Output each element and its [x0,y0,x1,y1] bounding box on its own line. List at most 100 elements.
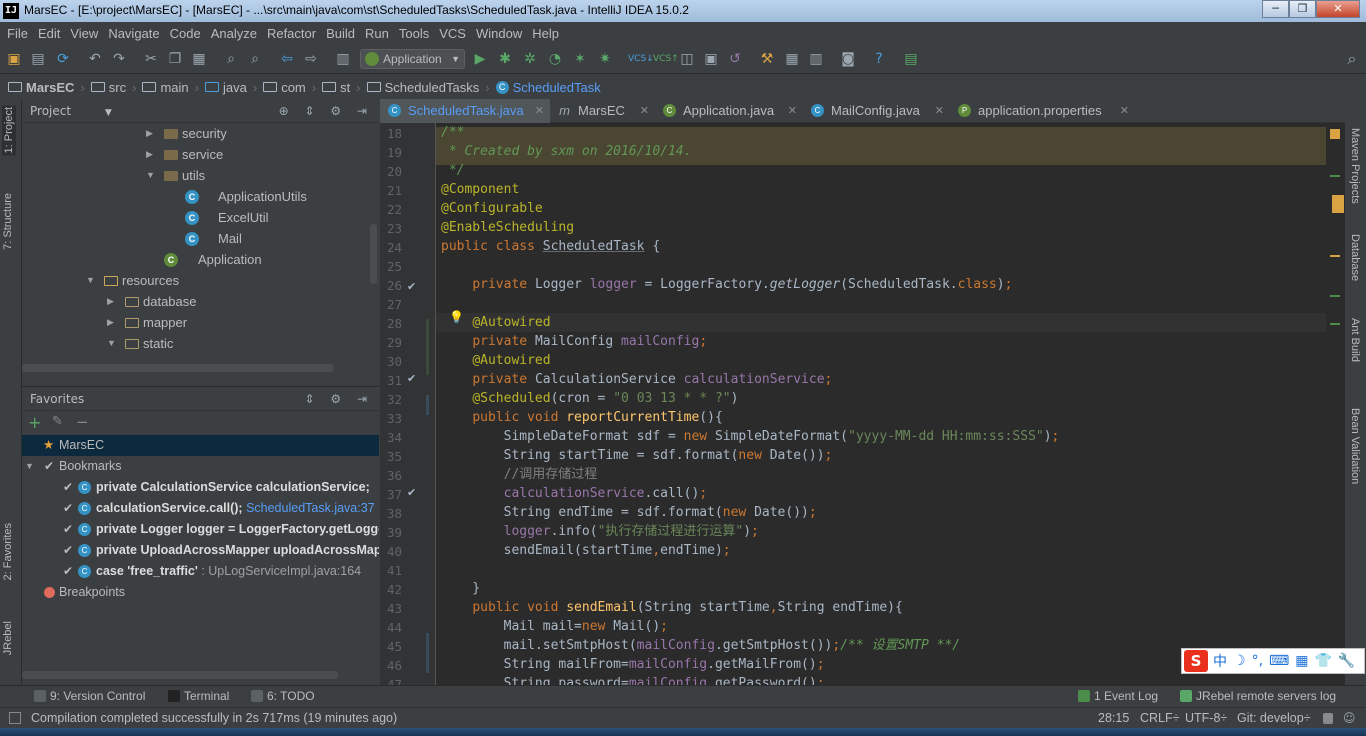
close-tab-icon[interactable]: ✕ [935,99,944,123]
project-structure-icon[interactable]: ▦ [784,51,800,67]
vcs-revert-icon[interactable]: ↺ [727,51,743,67]
tree-item-mapper[interactable]: ▶ mapper [22,312,379,333]
bookmark-item[interactable]: ✔ Cprivate CalculationService calculation… [22,477,379,498]
terminal-tool-button[interactable]: Terminal [168,689,229,703]
panel-header-icons[interactable]: ⇕ ⚙ ⇥ [305,387,374,411]
collapse-icon[interactable]: ▼ [86,270,96,291]
database-tab[interactable]: Database [1349,234,1361,281]
sogou-logo-icon[interactable]: S [1184,650,1208,672]
minimize-button[interactable]: ─ [1262,0,1289,18]
breadcrumb-scheduledtask[interactable]: C ScheduledTask [495,80,601,95]
menu-view[interactable]: View [65,26,103,41]
edit-icon[interactable]: ✎ [52,414,63,429]
lock-icon[interactable] [1323,713,1333,724]
add-icon[interactable]: + [28,413,41,432]
menu-window[interactable]: Window [471,26,527,41]
tree-item-resources[interactable]: ▼ resources [22,270,379,291]
favorites-item-marsec[interactable]: ★ MarsEC [22,435,379,456]
editor-gutter[interactable]: 18 19 20 21 22 23 24 25 26 27 28 29 30 3… [380,123,436,685]
chinese-mode-icon[interactable]: 中 [1213,651,1227,671]
expand-icon[interactable]: ▶ [107,291,117,312]
breadcrumb-marsec[interactable]: MarsEC › [8,80,85,95]
todo-tool-button[interactable]: 6: TODO [251,689,315,703]
error-stripe[interactable] [1326,123,1344,685]
tab-application-properties[interactable]: Papplication.properties ✕ [950,99,1135,123]
breadcrumb-src[interactable]: src › [90,80,136,95]
tree-item-application[interactable]: C Application [22,249,379,270]
keyboard-icon[interactable]: ⌨ [1269,653,1289,669]
jrebel-run-icon[interactable]: ✶ [572,51,588,67]
expand-icon[interactable]: ▶ [146,123,156,144]
copy-icon[interactable]: ❐ [167,51,183,67]
favorites-tool-tab[interactable]: 2: Favorites [2,523,14,580]
tree-item-applicationutils[interactable]: C ApplicationUtils [22,186,379,207]
project-tool-tab[interactable]: 1: Project [2,105,16,156]
stripe-mark[interactable] [1332,195,1344,213]
stripe-mark[interactable] [1330,255,1340,257]
close-tab-icon[interactable]: ✕ [535,99,544,123]
collapse-icon[interactable]: ▼ [107,333,117,354]
event-log-tool-button[interactable]: 1 Event Log [1078,689,1158,703]
vcs-update-icon[interactable]: VCS↓ [628,51,654,67]
bookmark-item[interactable]: ✔ Cprivate UploadAcrossMapper uploadAcros… [22,540,379,561]
close-button[interactable]: ✕ [1316,0,1360,18]
tab-mailconfig-java[interactable]: C MailConfig.java ✕ [803,99,950,123]
vcs-change-marker[interactable] [426,395,429,415]
bookmark-item[interactable]: ✔ Cprivate Logger logger = LoggerFactory.… [22,519,379,540]
menu-run[interactable]: Run [360,26,394,41]
android-icon[interactable]: ◙ [840,51,856,67]
make-icon[interactable]: ▥ [335,51,351,67]
version-control-tool-button[interactable]: 9: Version Control [34,689,145,703]
menu-vcs[interactable]: VCS [434,26,471,41]
breadcrumb-scheduledtasks[interactable]: ScheduledTasks › [366,80,490,95]
save-icon[interactable]: ▤ [30,51,46,67]
maven-projects-tab[interactable]: Maven Projects [1349,128,1361,204]
expand-icon[interactable]: ▶ [146,144,156,165]
file-encoding[interactable]: UTF-8÷ [1185,711,1227,725]
breadcrumb-main[interactable]: main › [142,80,199,95]
bookmark-item[interactable]: ✔ Ccase 'free_traffic' : UpLogServiceImpl… [22,561,379,582]
tool-windows-toggle-icon[interactable] [9,712,21,724]
vcs-compare-icon[interactable]: ◫ [679,51,695,67]
grid-icon[interactable]: ▦ [1295,653,1308,669]
bookmark-check-icon[interactable]: ✔ [407,486,416,499]
vcs-history-icon[interactable]: ▣ [703,51,719,67]
vcs-change-marker[interactable] [426,633,429,673]
menu-help[interactable]: Help [527,26,564,41]
tree-item-excelutil[interactable]: C ExcelUtil [22,207,379,228]
tree-item-mail[interactable]: C Mail [22,228,379,249]
redo-icon[interactable]: ↷ [111,51,127,67]
breadcrumb-java[interactable]: java › [204,80,257,95]
tab-scheduledtask-java[interactable]: C ScheduledTask.java ✕ [380,99,550,123]
vertical-scrollbar[interactable] [370,224,377,284]
caret-position[interactable]: 28:15 [1098,711,1129,725]
tasks-icon[interactable]: ▤ [903,51,919,67]
stripe-mark[interactable] [1330,295,1340,297]
remove-icon[interactable]: − [76,413,89,431]
collapse-icon[interactable]: ▼ [25,456,34,477]
jrebel-tool-tab[interactable]: JRebel [2,621,14,655]
menu-edit[interactable]: Edit [33,26,65,41]
favorites-group-bookmarks[interactable]: ▼ ✔ Bookmarks [22,456,379,477]
structure-tool-tab[interactable]: 7: Structure [2,193,14,250]
project-view-select[interactable]: Project ▼ [30,104,112,118]
breadcrumb-st[interactable]: st › [322,80,361,95]
wrench-icon[interactable]: 🔧 [1338,653,1355,669]
warning-status-icon[interactable] [1330,129,1340,139]
tree-item-utils[interactable]: ▼ utils [22,165,379,186]
close-tab-icon[interactable]: ✕ [788,99,797,123]
sdk-icon[interactable]: ▥ [808,51,824,67]
code-editor[interactable]: 18 19 20 21 22 23 24 25 26 27 28 29 30 3… [380,123,1344,685]
forward-icon[interactable]: ⇨ [303,51,319,67]
bookmark-item[interactable]: ✔ CcalculationService.call(); ScheduledTa… [22,498,379,519]
inspector-icon[interactable]: ☺ [1343,711,1356,725]
expand-icon[interactable]: ▶ [107,312,117,333]
line-separator[interactable]: CRLF÷ [1140,711,1180,725]
stripe-mark[interactable] [1330,323,1340,325]
tab-application-java[interactable]: C Application.java ✕ [655,99,803,123]
ant-build-tab[interactable]: Ant Build [1349,318,1361,362]
menu-file[interactable]: File [2,26,33,41]
debug-icon[interactable]: ✱ [497,51,513,67]
run-icon[interactable]: ▶ [472,51,488,67]
cut-icon[interactable]: ✂ [143,51,159,67]
